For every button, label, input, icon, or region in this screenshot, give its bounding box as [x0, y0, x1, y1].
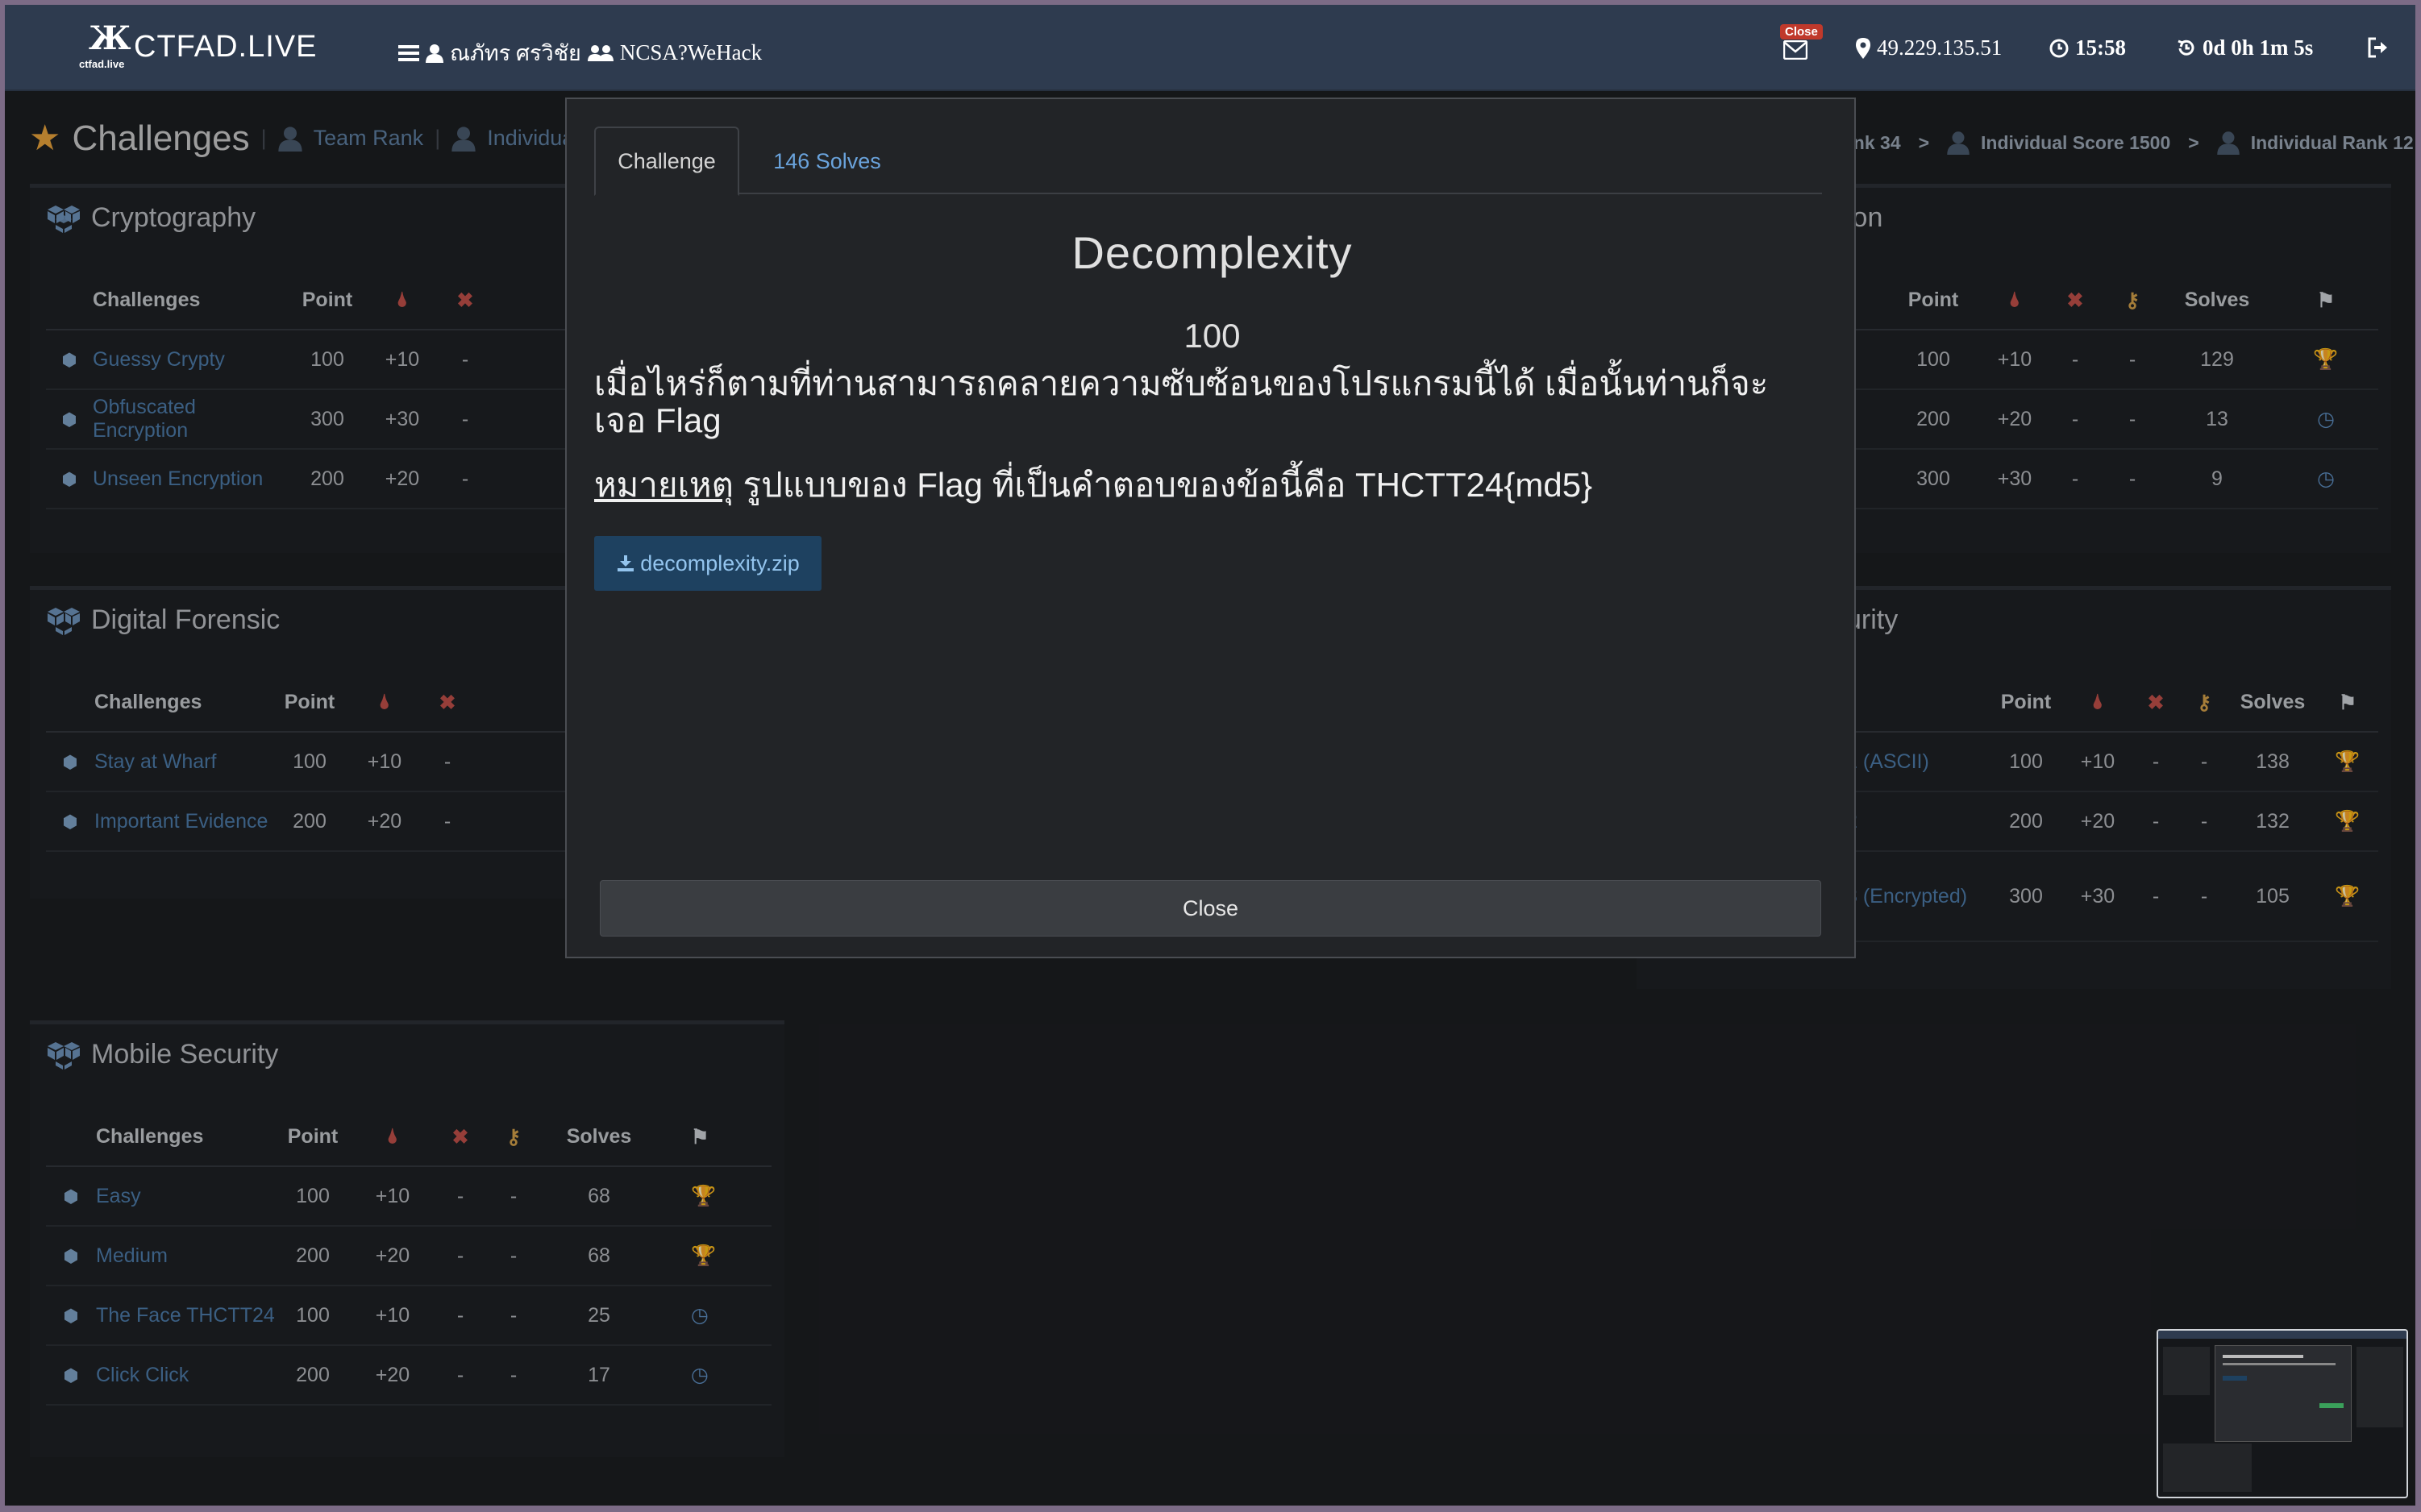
- challenge-modal: Challenge 146 Solves Decomplexity 100 เม…: [565, 98, 1856, 958]
- ip-address: 49.229.135.51: [1877, 35, 2003, 60]
- logo-icon: Ж ctfad.live: [79, 19, 131, 70]
- challenge-title: Decomplexity: [1071, 227, 1353, 278]
- mail-icon: [1783, 40, 1807, 60]
- clock-icon: [2049, 39, 2069, 57]
- history-icon: [2178, 39, 2194, 56]
- clock-time: 15:58: [2075, 35, 2126, 60]
- brand-link[interactable]: Ж ctfad.live CTFAD.LIVE: [79, 19, 318, 71]
- logout-icon: [2368, 37, 2387, 58]
- elapsed-indicator: 0d 0h 1m 5s: [2177, 35, 2313, 60]
- note-text: รูปแบบของ Flag ที่เป็นคำตอบของข้อนี้คือ …: [733, 466, 1593, 504]
- nav-user[interactable]: ณภัทร ศรวิชัย NCSA?WeHack: [398, 35, 762, 70]
- tab-challenge[interactable]: Challenge: [594, 127, 739, 196]
- download-button[interactable]: decomplexity.zip: [594, 536, 822, 591]
- navbar: Ж ctfad.live CTFAD.LIVE ณภัทร ศรวิชัย NC…: [5, 5, 2415, 91]
- ip-indicator: 49.229.135.51: [1856, 35, 2002, 60]
- challenge-description: เมื่อไหร่ก็ตามที่ท่านสามารถคลายความซับซ้…: [594, 364, 1769, 439]
- logo-small-text: ctfad.live: [79, 58, 125, 70]
- team-icon: [587, 44, 614, 61]
- tab-solves[interactable]: 146 Solves: [767, 127, 888, 196]
- challenge-note: หมายเหตุ รูปแบบของ Flag ที่เป็นคำตอบของข…: [594, 459, 1592, 512]
- challenge-points: 100: [1183, 317, 1241, 355]
- user-name: ณภัทร ศรวิชัย: [450, 41, 581, 65]
- brand-name: CTFAD.LIVE: [134, 29, 318, 64]
- mail-button[interactable]: Close: [1780, 24, 1823, 60]
- mail-badge: Close: [1780, 24, 1823, 39]
- download-label: decomplexity.zip: [640, 550, 800, 575]
- team-name: NCSA?WeHack: [619, 40, 763, 64]
- close-button[interactable]: Close: [600, 880, 1821, 937]
- screenshot-thumbnail[interactable]: [2157, 1329, 2408, 1498]
- user-icon: [426, 44, 443, 63]
- note-label: หมายเหตุ: [594, 466, 734, 504]
- map-marker-icon: [1856, 37, 1870, 59]
- modal-tabs: Challenge 146 Solves: [594, 127, 1822, 196]
- download-icon: [618, 555, 634, 571]
- elapsed-time: 0d 0h 1m 5s: [2203, 35, 2314, 60]
- clock-indicator: 15:58: [2049, 35, 2126, 60]
- logout-button[interactable]: [2367, 37, 2390, 62]
- menu-icon[interactable]: [398, 44, 419, 63]
